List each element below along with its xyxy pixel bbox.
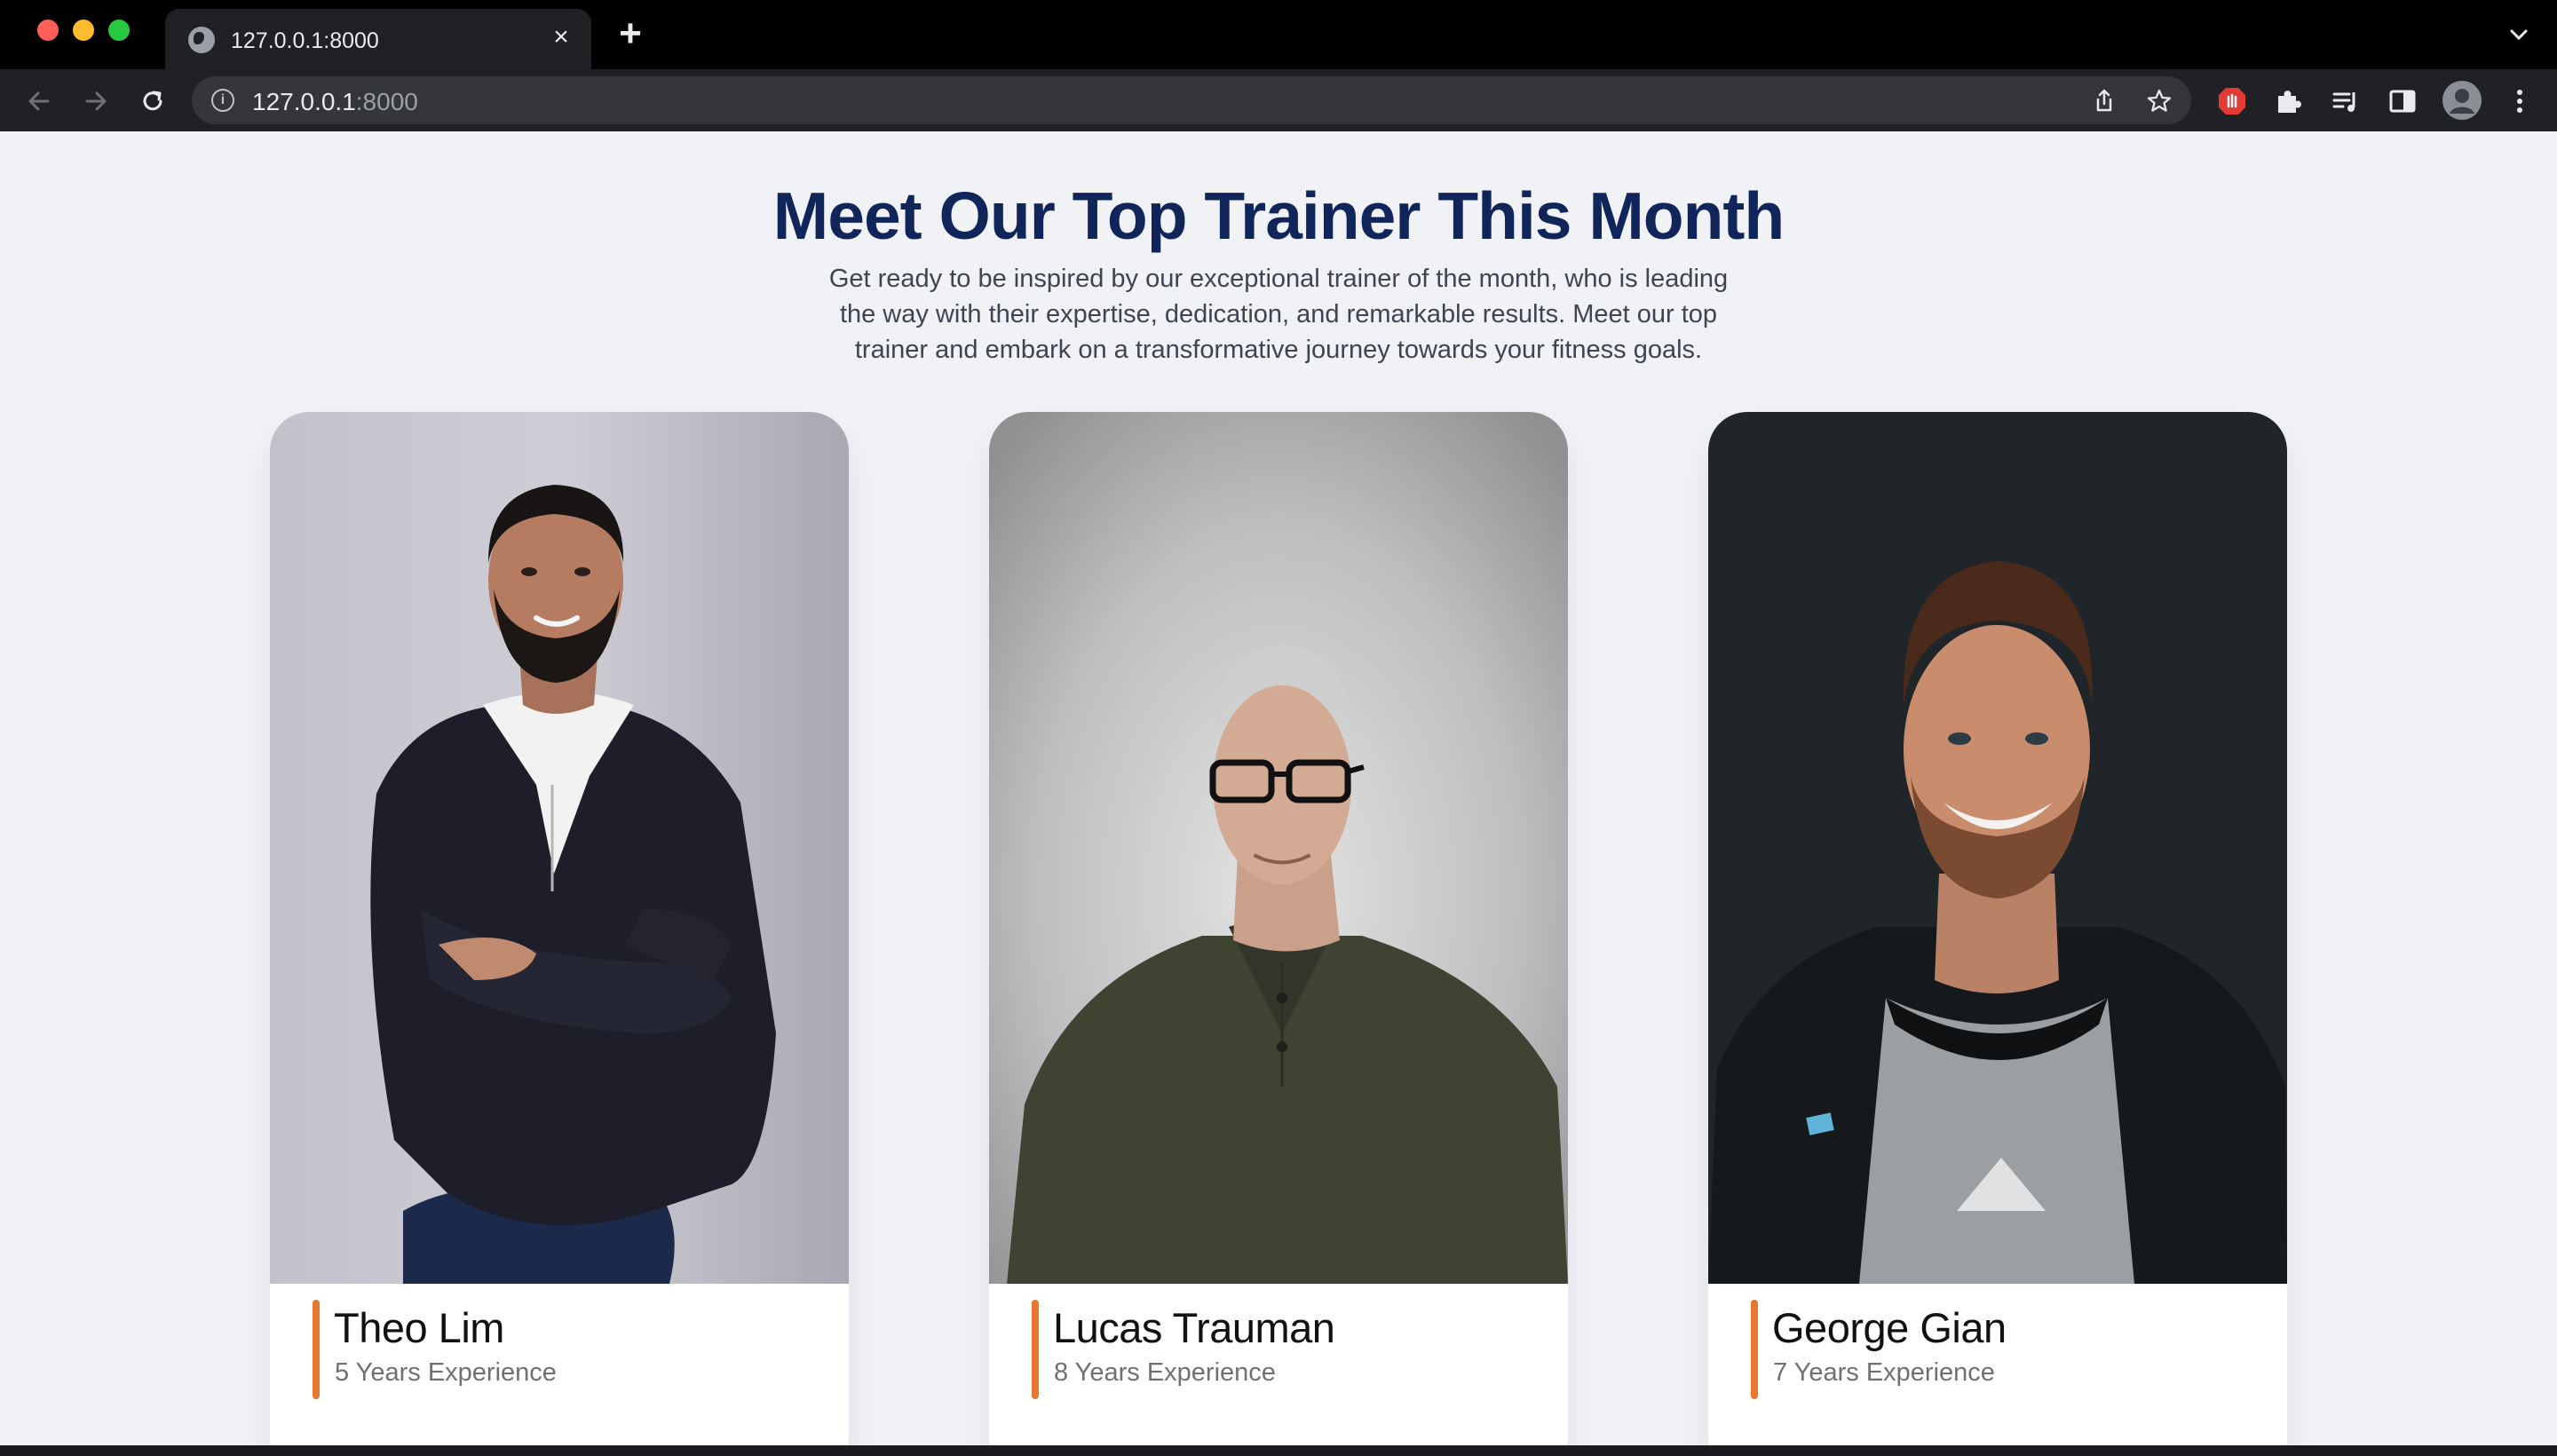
reload-icon[interactable] — [135, 83, 170, 119]
address-bar[interactable]: i 127.0.0.1:8000 — [192, 76, 2191, 124]
browser-tab[interactable]: 127.0.0.1:8000 × — [165, 9, 591, 69]
kebab-menu-icon[interactable] — [2502, 83, 2537, 119]
forward-arrow-icon[interactable] — [78, 83, 114, 119]
bookmark-star-icon[interactable] — [2145, 87, 2173, 115]
trainer-experience: 8 Years Experience — [1054, 1358, 1276, 1387]
minimize-window-button[interactable] — [73, 20, 94, 41]
tab-close-icon[interactable]: × — [547, 23, 575, 51]
trainer-photo — [270, 412, 849, 1284]
accent-bar — [1032, 1300, 1039, 1399]
trainer-card[interactable]: George Gian 7 Years Experience — [1708, 412, 2287, 1445]
trainer-card[interactable]: Theo Lim 5 Years Experience — [270, 412, 849, 1445]
globe-icon — [188, 27, 215, 53]
site-info-icon[interactable]: i — [211, 89, 234, 112]
browser-toolbar: i 127.0.0.1:8000 — [0, 69, 2557, 131]
puzzle-extensions-icon[interactable] — [2271, 83, 2307, 119]
tab-title: 127.0.0.1:8000 — [231, 28, 379, 53]
accent-bar — [313, 1300, 320, 1399]
tab-strip: 127.0.0.1:8000 × + — [0, 0, 2557, 69]
close-window-button[interactable] — [37, 20, 59, 41]
page-subtitle: Get ready to be inspired by our exceptio… — [828, 265, 1729, 364]
chevron-down-icon[interactable] — [2506, 21, 2532, 48]
trainer-info: George Gian 7 Years Experience — [1708, 1284, 2287, 1445]
trainer-name: Lucas Trauman — [1053, 1304, 1335, 1351]
accent-bar — [1751, 1300, 1758, 1399]
trainer-experience: 5 Years Experience — [335, 1358, 557, 1387]
media-controls-icon[interactable] — [2328, 83, 2363, 119]
url-text[interactable]: 127.0.0.1:8000 — [252, 88, 418, 116]
page-title: Meet Our Top Trainer This Month — [772, 178, 1785, 253]
maximize-window-button[interactable] — [108, 20, 130, 41]
trainer-photo — [989, 412, 1568, 1284]
page-content: Meet Our Top Trainer This Month Get read… — [0, 131, 2557, 1445]
trainer-photo — [1708, 412, 2287, 1284]
share-icon[interactable] — [2090, 87, 2118, 115]
adblock-extension-icon[interactable] — [2214, 83, 2250, 119]
trainer-name: George Gian — [1772, 1304, 2007, 1351]
new-tab-plus-icon[interactable]: + — [613, 14, 648, 53]
side-panel-icon[interactable] — [2385, 83, 2420, 119]
back-arrow-icon[interactable] — [21, 83, 57, 119]
trainer-card[interactable]: Lucas Trauman 8 Years Experience — [989, 412, 1568, 1445]
window-bottom-edge — [0, 1445, 2557, 1456]
trainer-experience: 7 Years Experience — [1773, 1358, 1995, 1387]
trainer-info: Lucas Trauman 8 Years Experience — [989, 1284, 1568, 1445]
trainer-info: Theo Lim 5 Years Experience — [270, 1284, 849, 1445]
profile-avatar[interactable] — [2442, 80, 2482, 121]
trainer-name: Theo Lim — [334, 1304, 504, 1351]
